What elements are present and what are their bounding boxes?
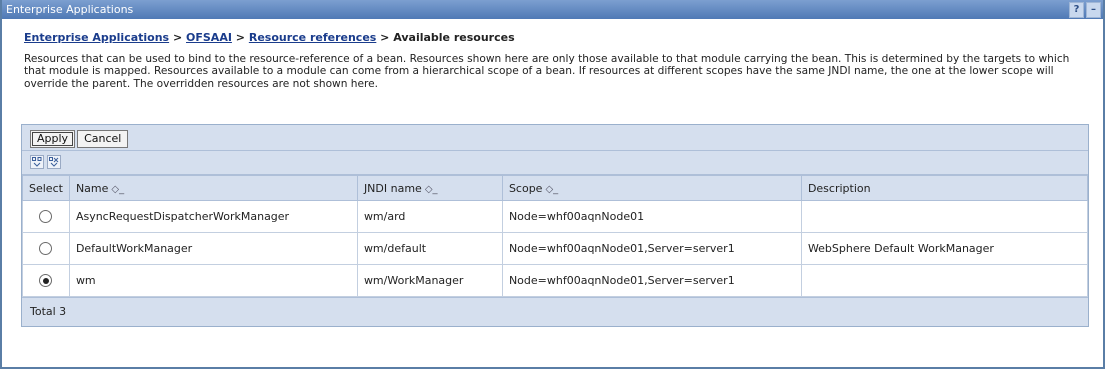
- jndi-header-label: JNDI name: [363, 181, 422, 195]
- description-cell: [800, 200, 1089, 233]
- row-radio-button[interactable]: [39, 210, 53, 224]
- breadcrumb-resource-references[interactable]: Resource references: [249, 31, 376, 44]
- description-cell: [800, 264, 1089, 297]
- button-bar: Apply Cancel: [22, 125, 1088, 151]
- jndi-cell: wm/WorkManager: [356, 264, 503, 297]
- breadcrumb-separator: >: [235, 31, 245, 44]
- row-radio-button-selected[interactable]: [39, 274, 53, 288]
- column-header-description: Description: [800, 175, 1089, 201]
- row-radio-button[interactable]: [39, 242, 53, 256]
- jndi-cell: wm/ard: [356, 200, 503, 233]
- column-header-jndi[interactable]: JNDI name ◇_: [356, 175, 503, 201]
- resources-panel: Apply Cancel Select Name◇_ JNDI name◇_: [21, 124, 1089, 327]
- name-cell: AsyncRequestDispatcherWorkManager: [68, 200, 358, 233]
- table-row: wm wm/WorkManager Node=whf00aqnNode01,Se…: [22, 264, 1089, 297]
- column-header-select: Select: [22, 175, 70, 201]
- name-cell: wm: [68, 264, 358, 297]
- table-tools-bar: [22, 151, 1088, 175]
- table-total: Total 3: [22, 297, 1088, 326]
- minimize-button[interactable]: –: [1086, 2, 1101, 18]
- column-header-name[interactable]: Name ◇_: [68, 175, 358, 201]
- deselect-all-icon[interactable]: [47, 155, 61, 169]
- name-header-label: Name: [75, 181, 109, 195]
- select-cell: [22, 200, 70, 233]
- scope-cell: Node=whf00aqnNode01,Server=server1: [501, 232, 802, 265]
- breadcrumb: Enterprise Applications > OFSAAI > Resou…: [24, 30, 1092, 46]
- description-header-label: Description: [807, 181, 871, 195]
- cancel-button[interactable]: Cancel: [77, 130, 129, 148]
- breadcrumb-current: Available resources: [393, 31, 515, 44]
- column-header-scope[interactable]: Scope ◇_: [501, 175, 802, 201]
- enterprise-applications-window: Enterprise Applications ? – Enterprise A…: [0, 0, 1105, 369]
- name-cell: DefaultWorkManager: [68, 232, 358, 265]
- description-cell: WebSphere Default WorkManager: [800, 232, 1089, 265]
- select-header-label: Select: [29, 181, 63, 195]
- breadcrumb-separator: >: [172, 31, 183, 44]
- help-button[interactable]: ?: [1069, 2, 1084, 18]
- window-title-bar: Enterprise Applications ? –: [2, 0, 1103, 19]
- jndi-cell: wm/default: [356, 232, 503, 265]
- resources-table: Select Name ◇_ JNDI name ◇_ Scope ◇_ Descri…: [22, 175, 1089, 297]
- table-row: AsyncRequestDispatcherWorkManager wm/ard…: [22, 200, 1089, 233]
- page-description: Resources that can be used to bind to th…: [24, 53, 1070, 90]
- breadcrumb-ofsaai[interactable]: OFSAAI: [186, 31, 232, 44]
- window-title: Enterprise Applications: [6, 3, 134, 16]
- sort-icon[interactable]: ◇_: [111, 184, 124, 195]
- scope-cell: Node=whf00aqnNode01: [501, 200, 802, 233]
- select-cell: [22, 232, 70, 265]
- sort-icon[interactable]: ◇_: [425, 184, 438, 195]
- apply-button[interactable]: Apply: [30, 130, 76, 148]
- window-controls: ? –: [1069, 2, 1101, 18]
- select-cell: [22, 264, 70, 297]
- content-area: Enterprise Applications > OFSAAI > Resou…: [21, 30, 1092, 327]
- breadcrumb-separator: >: [380, 31, 390, 44]
- scope-cell: Node=whf00aqnNode01,Server=server1: [501, 264, 802, 297]
- sort-icon[interactable]: ◇_: [545, 184, 558, 195]
- table-row: DefaultWorkManager wm/default Node=whf00…: [22, 232, 1089, 265]
- select-all-icon[interactable]: [30, 155, 44, 169]
- breadcrumb-enterprise-applications[interactable]: Enterprise Applications: [24, 31, 169, 44]
- scope-header-label: Scope: [508, 181, 543, 195]
- table-header-row: Select Name ◇_ JNDI name ◇_ Scope ◇_ Descri…: [22, 175, 1089, 201]
